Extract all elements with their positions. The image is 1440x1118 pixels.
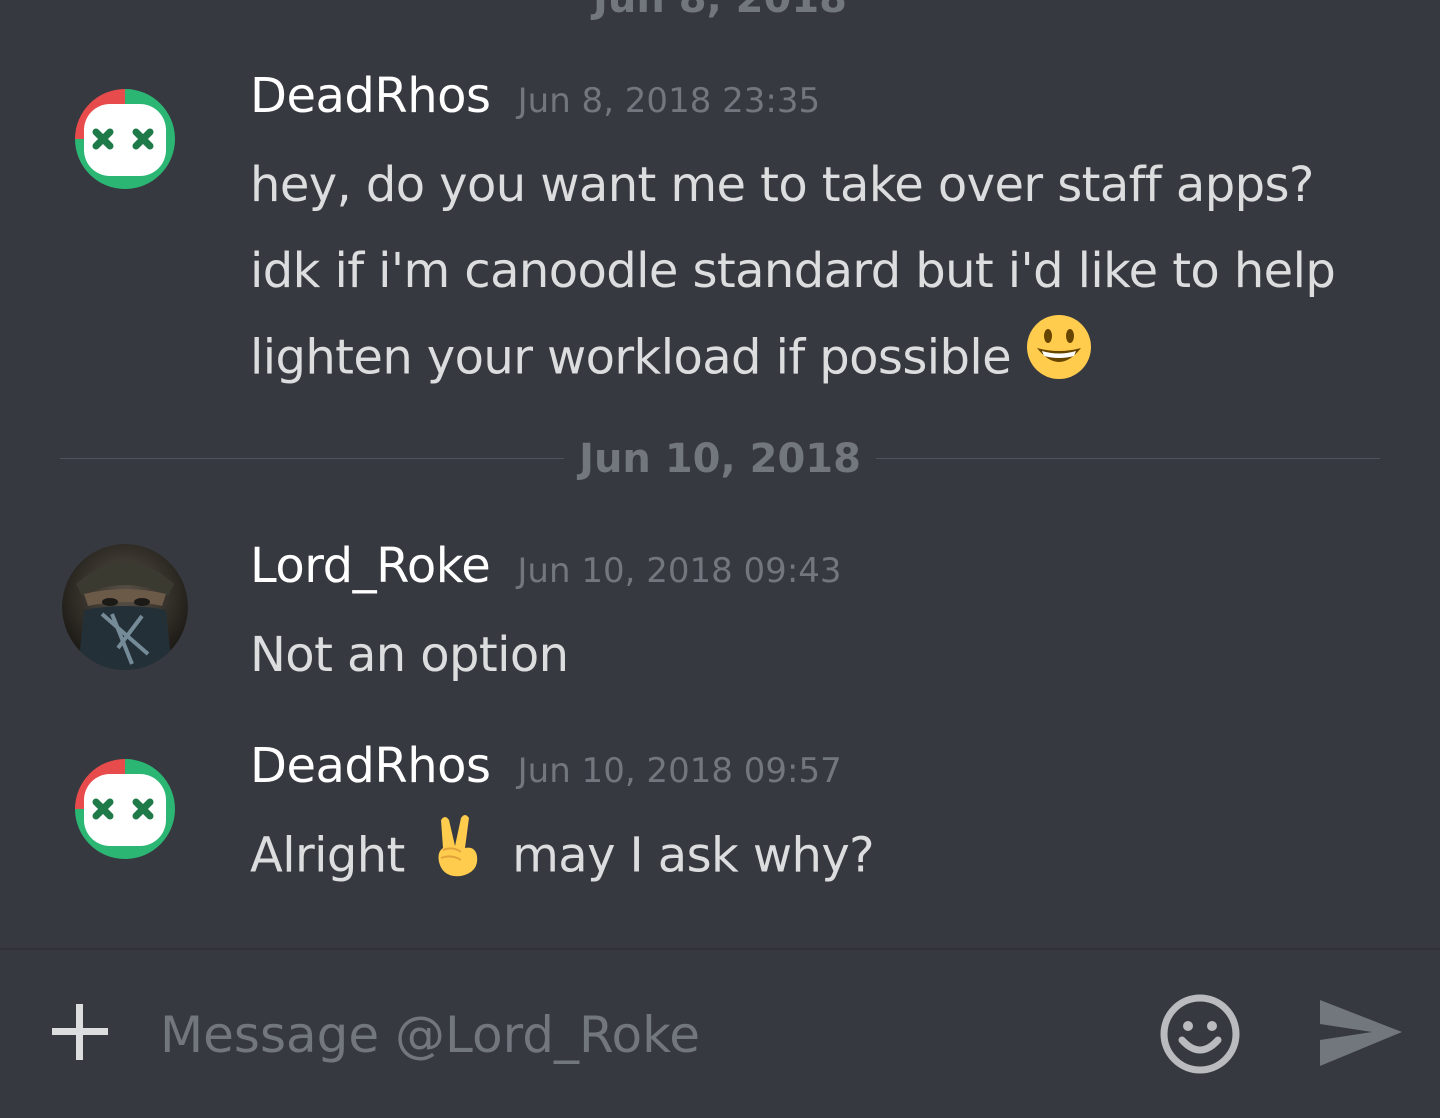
send-icon[interactable] [1316, 994, 1406, 1074]
message-text: Not an option [250, 612, 1370, 698]
date-divider-label: Jun 10, 2018 [579, 436, 861, 482]
plus-icon-glyph [52, 1004, 108, 1060]
avatar[interactable] [62, 746, 188, 872]
message-text-content: Not an option [250, 627, 569, 683]
avatar-dead-face-icon [62, 76, 188, 202]
victory-hand-icon [438, 815, 478, 877]
message-item: Lord_Roke Jun 10, 2018 09:43 Not an opti… [0, 520, 1440, 700]
plus-icon[interactable] [48, 1000, 112, 1064]
emoji-picker-glyph [1160, 994, 1240, 1074]
message-header: Lord_Roke Jun 10, 2018 09:43 [250, 538, 842, 594]
message-input[interactable] [160, 990, 1120, 1080]
avatar[interactable] [62, 76, 188, 202]
send-glyph [1320, 1000, 1402, 1066]
message-text: Alright may I ask why? [250, 812, 1370, 905]
message-item: DeadRhos Jun 8, 2018 23:35 hey, do you w… [0, 0, 1440, 420]
message-text: hey, do you want me to take over staff a… [250, 142, 1370, 407]
username[interactable]: DeadRhos [250, 738, 491, 794]
timestamp: Jun 10, 2018 09:43 [517, 551, 842, 591]
smiley-icon [1026, 315, 1091, 379]
smiley-emoji [1026, 314, 1092, 407]
victory-hand-emoji [431, 812, 485, 905]
timestamp: Jun 8, 2018 23:35 [517, 81, 821, 121]
date-divider: Jun 10, 2018 [60, 436, 1380, 484]
avatar-masked-person-icon [62, 544, 188, 670]
message-item: DeadRhos Jun 10, 2018 09:57 Alright may … [0, 720, 1440, 920]
timestamp: Jun 10, 2018 09:57 [517, 751, 842, 791]
dm-chat-screen: Jun 8, 2018 DeadRhos Jun 8, 2018 23:35 h… [0, 0, 1440, 1118]
message-header: DeadRhos Jun 10, 2018 09:57 [250, 738, 842, 794]
message-composer [0, 948, 1440, 1118]
username[interactable]: DeadRhos [250, 68, 491, 124]
divider-line-right [876, 458, 1380, 459]
avatar-dead-face-icon [62, 746, 188, 872]
emoji-picker-icon[interactable] [1158, 992, 1242, 1076]
message-text-before-emoji: Alright [250, 827, 405, 884]
avatar[interactable] [62, 544, 188, 670]
username[interactable]: Lord_Roke [250, 538, 491, 594]
message-header: DeadRhos Jun 8, 2018 23:35 [250, 68, 820, 124]
message-text-content: hey, do you want me to take over staff a… [250, 157, 1336, 386]
message-text-after-emoji: may I ask why? [512, 827, 874, 884]
